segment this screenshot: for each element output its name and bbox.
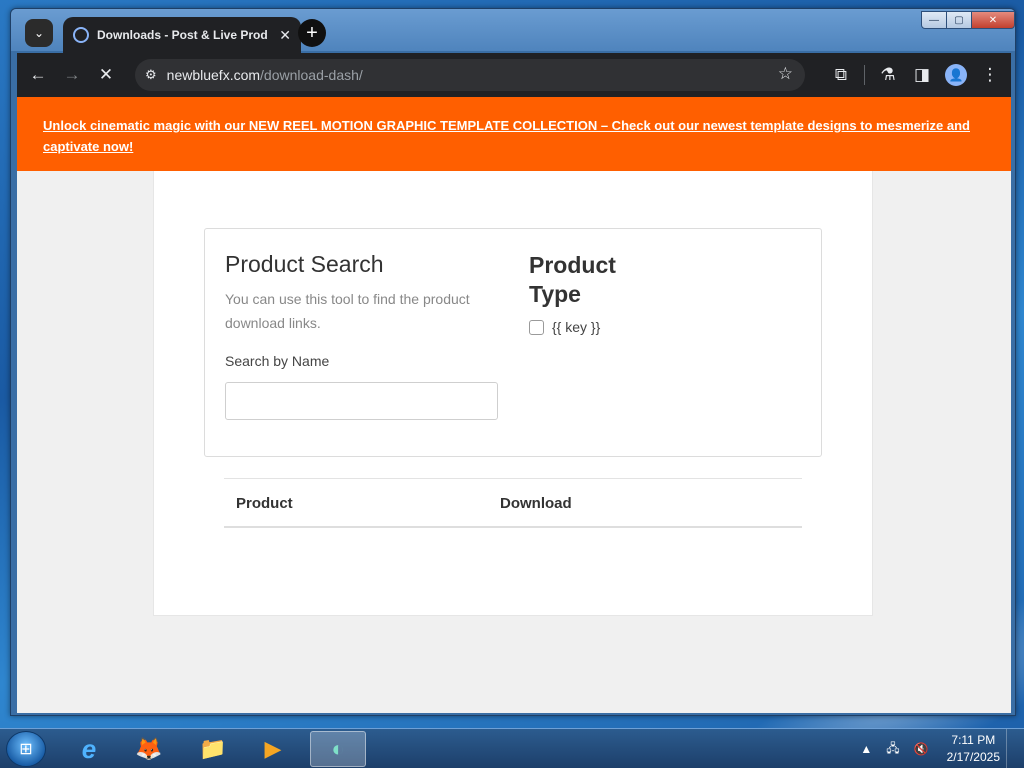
toolbar-right-actions: ⧉ ⚗ ◨ 👤 ⋮: [824, 58, 1007, 92]
side-panel-button[interactable]: ◨: [905, 58, 939, 92]
volume-muted-icon[interactable]: 🔇: [914, 742, 929, 756]
clock-time: 7:11 PM: [951, 733, 996, 747]
folder-icon: 📁: [199, 736, 227, 761]
browser-window: ⌄ Downloads - Post & Live Produ ✕ + — ▢ …: [10, 8, 1016, 716]
page-viewport: Unlock cinematic magic with our NEW REEL…: [17, 97, 1011, 713]
site-favicon-icon: [73, 27, 89, 43]
column-header-product: Product: [236, 495, 293, 512]
forward-button[interactable]: →: [55, 58, 89, 92]
address-bar[interactable]: ⚙ newbluefx.com/download-dash/ ☆: [135, 59, 805, 91]
window-controls: — ▢ ✕: [921, 11, 1015, 29]
windows-taskbar: ⊞ e 🦊 📁 ▶ ◐ ▲ 🖧 🔇 7:11 PM 2/17/2025: [0, 728, 1024, 768]
labs-button[interactable]: ⚗: [871, 58, 905, 92]
url-text: newbluefx.com/download-dash/: [167, 67, 363, 83]
stop-loading-button[interactable]: ✕: [89, 58, 123, 92]
promo-banner-link[interactable]: Unlock cinematic magic with our NEW REEL…: [43, 118, 970, 154]
chrome-menu-button[interactable]: ⋮: [973, 58, 1007, 92]
minimize-button[interactable]: —: [921, 11, 947, 29]
new-tab-button[interactable]: +: [298, 19, 326, 47]
firefox-icon: 🦊: [135, 736, 163, 761]
back-button[interactable]: ←: [21, 58, 55, 92]
url-host: newbluefx.com: [166, 67, 261, 83]
tab-downloads[interactable]: Downloads - Post & Live Produ ✕: [63, 17, 301, 53]
plus-icon: +: [306, 22, 318, 44]
taskbar-media-player[interactable]: ▶: [246, 731, 300, 767]
arrow-right-icon: →: [63, 65, 81, 84]
product-type-option-label: {{ key }}: [552, 319, 601, 335]
flask-icon: ⚗: [880, 65, 896, 84]
clock-date: 2/17/2025: [946, 750, 1000, 764]
site-info-icon[interactable]: ⚙: [145, 67, 157, 83]
tab-search-button[interactable]: ⌄: [25, 19, 53, 47]
product-filter-panel: Product Search You can use this tool to …: [204, 228, 822, 457]
product-search-title: Product Search: [225, 251, 384, 277]
promo-banner: Unlock cinematic magic with our NEW REEL…: [17, 97, 1011, 171]
extensions-button[interactable]: ⧉: [824, 58, 858, 92]
tab-strip: ⌄ Downloads - Post & Live Produ ✕ + — ▢ …: [11, 9, 1015, 53]
media-player-icon: ▶: [264, 736, 282, 761]
tab-title: Downloads - Post & Live Produ: [97, 28, 267, 42]
url-path: /download-dash/: [260, 67, 363, 83]
show-hidden-icons-icon[interactable]: ▲: [860, 742, 872, 756]
search-by-name-input[interactable]: [225, 382, 498, 420]
results-table-header: Product Download: [224, 478, 802, 528]
bookmark-star-icon[interactable]: ☆: [778, 64, 793, 84]
system-clock[interactable]: 7:11 PM 2/17/2025: [947, 732, 1000, 766]
product-search-description: You can use this tool to find the produc…: [225, 291, 470, 331]
internet-explorer-icon: e: [81, 733, 97, 764]
active-app-icon: ◐: [331, 736, 345, 761]
taskbar-firefox[interactable]: 🦊: [122, 731, 176, 767]
puzzle-icon: ⧉: [834, 65, 848, 84]
column-header-download: Download: [500, 495, 572, 512]
close-icon: ✕: [98, 65, 114, 84]
toolbar-separator: [864, 65, 865, 85]
product-type-title: Product Type: [529, 252, 616, 307]
maximize-button[interactable]: ▢: [946, 11, 972, 29]
close-window-button[interactable]: ✕: [971, 11, 1015, 29]
avatar-icon: 👤: [945, 64, 967, 86]
arrow-left-icon: ←: [29, 65, 47, 84]
product-type-checkbox[interactable]: [529, 319, 544, 335]
taskbar-active-app[interactable]: ◐: [310, 731, 366, 767]
system-tray: ▲ 🖧 🔇 7:11 PM 2/17/2025: [860, 729, 1016, 768]
kebab-menu-icon: ⋮: [981, 65, 999, 84]
side-panel-icon: ◨: [913, 65, 931, 84]
show-desktop-button[interactable]: [1006, 729, 1016, 768]
browser-toolbar: ← → ✕ ⚙ newbluefx.com/download-dash/ ☆ ⧉…: [17, 53, 1011, 97]
start-button[interactable]: ⊞: [6, 731, 46, 767]
chevron-down-icon: ⌄: [33, 26, 45, 40]
product-type-option[interactable]: {{ key }}: [529, 319, 600, 335]
close-tab-icon[interactable]: ✕: [279, 27, 291, 44]
download-dashboard-card: Product Search You can use this tool to …: [153, 171, 873, 616]
windows-logo-icon: ⊞: [19, 741, 33, 758]
taskbar-file-explorer[interactable]: 📁: [186, 731, 240, 767]
profile-button[interactable]: 👤: [939, 58, 973, 92]
taskbar-internet-explorer[interactable]: e: [62, 731, 116, 767]
search-by-name-label: Search by Name: [225, 353, 330, 369]
network-icon[interactable]: 🖧: [886, 739, 899, 760]
